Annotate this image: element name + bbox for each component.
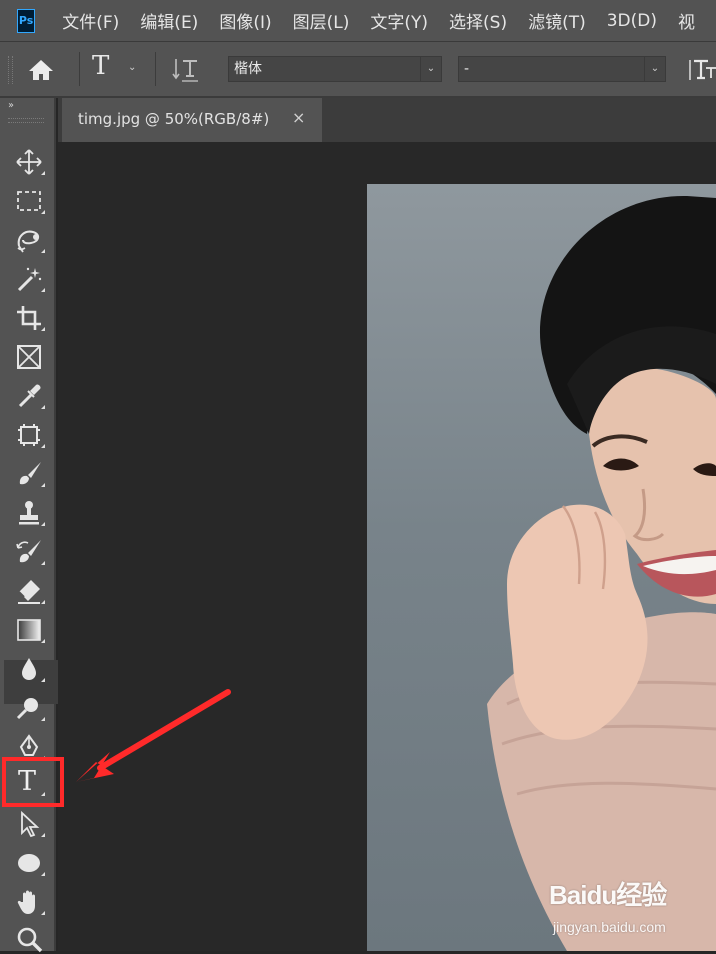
submenu-indicator xyxy=(41,405,45,409)
lasso-tool[interactable] xyxy=(12,223,46,255)
dodge-icon xyxy=(16,698,38,720)
menu-image[interactable]: 图像(I) xyxy=(219,8,271,33)
options-bar: T ⌄ 楷体 ⌄ - ⌄ xyxy=(0,42,716,98)
text-orientation-button[interactable] xyxy=(170,54,204,84)
portrait-photo[interactable] xyxy=(367,184,716,951)
path-selection-tool[interactable] xyxy=(12,807,46,839)
brush-icon xyxy=(19,462,41,485)
eyedropper-icon xyxy=(18,384,41,408)
font-style-value: - xyxy=(464,61,470,77)
menu-edit[interactable]: 编辑(E) xyxy=(140,8,198,33)
chevron-down-icon[interactable]: ⌄ xyxy=(420,57,441,81)
history-brush-icon xyxy=(16,540,41,563)
menu-select[interactable]: 选择(S) xyxy=(449,8,507,33)
stamp-icon xyxy=(19,501,39,525)
submenu-indicator xyxy=(41,600,45,604)
menu-bar: Ps 文件(F) 编辑(E) 图像(I) 图层(L) 文字(Y) 选择(S) 滤… xyxy=(0,0,716,42)
submenu-indicator xyxy=(41,522,45,526)
watermark-url: jingyan.baidu.com xyxy=(553,919,666,935)
text-orientation-icon xyxy=(172,59,198,82)
spot-healing-tool[interactable] xyxy=(12,418,46,450)
submenu-indicator xyxy=(41,249,45,253)
document-tab-bar: timg.jpg @ 50%(RGB/8#) × xyxy=(58,98,716,142)
eraser-icon xyxy=(18,580,40,604)
gradient-tool[interactable] xyxy=(12,613,46,645)
home-button[interactable] xyxy=(24,56,58,84)
submenu-indicator xyxy=(41,717,45,721)
submenu-indicator xyxy=(41,483,45,487)
eyedropper-tool[interactable] xyxy=(12,379,46,411)
move-icon xyxy=(16,149,42,175)
magic-wand-tool[interactable] xyxy=(12,262,46,294)
options-grip[interactable] xyxy=(8,56,13,84)
menu-type[interactable]: 文字(Y) xyxy=(370,8,428,33)
ellipse-tool[interactable] xyxy=(12,846,46,878)
submenu-indicator xyxy=(41,872,45,876)
annotation-highlight-box xyxy=(2,757,64,807)
ellipse-icon xyxy=(18,854,40,872)
submenu-indicator xyxy=(41,678,45,682)
gradient-icon xyxy=(17,619,41,641)
submenu-indicator xyxy=(41,561,45,565)
photoshop-logo: Ps xyxy=(17,8,36,33)
zoom-tool[interactable] xyxy=(12,922,46,954)
font-size-icon[interactable] xyxy=(686,54,716,84)
options-divider xyxy=(155,52,156,86)
options-divider xyxy=(79,52,80,86)
type-tool-icon: T xyxy=(92,51,110,81)
brush-tool[interactable] xyxy=(12,457,46,489)
water-drop-icon xyxy=(22,658,36,680)
crop-icon xyxy=(17,306,41,330)
bandage-icon xyxy=(18,424,40,446)
menu-3d[interactable]: 3D(D) xyxy=(607,11,657,31)
zoom-icon xyxy=(17,927,43,953)
rectangular-marquee-icon xyxy=(17,191,41,211)
submenu-indicator xyxy=(41,911,45,915)
menu-file[interactable]: 文件(F) xyxy=(62,8,119,33)
marquee-tool[interactable] xyxy=(12,184,46,216)
frame-tool[interactable] xyxy=(12,340,46,372)
font-style-select[interactable]: - ⌄ xyxy=(458,56,666,82)
magic-wand-icon xyxy=(17,267,42,292)
submenu-indicator xyxy=(41,833,45,837)
hand-tool[interactable] xyxy=(12,885,46,917)
menu-layer[interactable]: 图层(L) xyxy=(293,8,350,33)
home-icon xyxy=(29,60,53,80)
menu-filter[interactable]: 滤镜(T) xyxy=(528,8,586,33)
clone-stamp-tool[interactable] xyxy=(12,496,46,528)
baidu-jingyan-logo: Baidu经验 xyxy=(549,880,667,910)
submenu-indicator xyxy=(41,288,45,292)
font-family-select[interactable]: 楷体 ⌄ xyxy=(228,56,442,82)
chevron-down-icon[interactable]: ⌄ xyxy=(644,57,665,81)
document-tab[interactable]: timg.jpg @ 50%(RGB/8#) × xyxy=(62,98,322,142)
eraser-tool[interactable] xyxy=(12,574,46,606)
menu-view[interactable]: 视 xyxy=(678,8,695,33)
lasso-icon xyxy=(17,230,39,253)
submenu-indicator xyxy=(41,327,45,331)
submenu-indicator xyxy=(41,171,45,175)
canvas-area[interactable] xyxy=(58,142,716,951)
tool-preset-picker[interactable]: T ⌄ xyxy=(90,51,142,84)
close-icon[interactable]: × xyxy=(292,108,305,127)
history-brush-tool[interactable] xyxy=(12,535,46,567)
hand-icon xyxy=(17,890,35,914)
font-family-value: 楷体 xyxy=(234,61,262,77)
submenu-indicator xyxy=(41,639,45,643)
arrow-cursor-icon xyxy=(21,810,40,838)
portrait-illustration xyxy=(487,195,716,951)
chevron-down-icon: ⌄ xyxy=(128,62,137,73)
collapse-panel-icon[interactable]: ›› xyxy=(8,100,14,111)
document-tab-title: timg.jpg @ 50%(RGB/8#) xyxy=(78,110,270,128)
submenu-indicator xyxy=(41,210,45,214)
move-tool[interactable] xyxy=(12,145,46,177)
tools-grip[interactable] xyxy=(8,118,44,123)
dodge-tool[interactable] xyxy=(12,691,46,723)
frame-icon xyxy=(17,345,41,369)
crop-tool[interactable] xyxy=(12,301,46,333)
submenu-indicator xyxy=(41,444,45,448)
blur-tool[interactable] xyxy=(12,652,46,684)
annotation-arrow xyxy=(76,689,231,782)
